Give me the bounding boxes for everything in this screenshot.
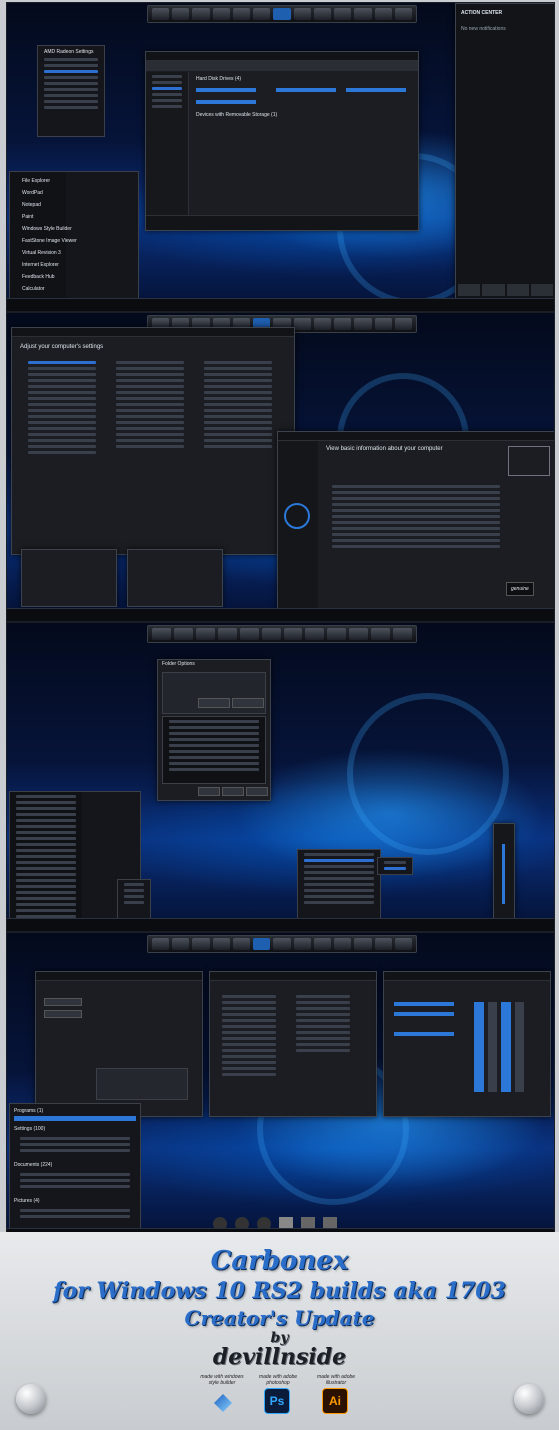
test-window-1[interactable] bbox=[35, 971, 203, 1117]
desktop-context-menu[interactable]: AMD Radeon Settings bbox=[37, 45, 105, 137]
context-item[interactable]: AMD Radeon Settings bbox=[44, 49, 93, 55]
caption-author: devillnside bbox=[212, 1344, 347, 1370]
group-pictures: Pictures (4) bbox=[14, 1198, 40, 1204]
screenshot-3: Folder Options bbox=[6, 622, 555, 932]
taskbar-context-menu[interactable] bbox=[297, 849, 381, 923]
photoshop-icon: Ps bbox=[264, 1388, 290, 1414]
orb-left bbox=[16, 1384, 46, 1414]
power-menu[interactable] bbox=[117, 879, 151, 919]
taskbar[interactable] bbox=[7, 918, 554, 931]
section-header-removable: Devices with Removable Storage (1) bbox=[196, 112, 278, 118]
start-item[interactable]: Calculator bbox=[22, 286, 45, 292]
top-dock[interactable] bbox=[147, 625, 417, 643]
thumbnail-preview-1 bbox=[21, 549, 117, 607]
action-center-panel[interactable]: ACTION CENTER No new notifications bbox=[455, 3, 554, 301]
apply-button[interactable] bbox=[246, 787, 268, 796]
apply-to-folders-button[interactable] bbox=[198, 698, 230, 708]
group-settings: Settings (100) bbox=[14, 1126, 46, 1132]
ok-button[interactable] bbox=[198, 787, 220, 796]
start-item[interactable]: FastStone Image Viewer bbox=[22, 238, 77, 244]
start-item[interactable]: Windows Style Builder bbox=[22, 226, 72, 232]
top-dock[interactable] bbox=[147, 5, 417, 23]
test-window-3[interactable] bbox=[383, 971, 551, 1117]
notifications-text: No new notifications bbox=[461, 26, 506, 32]
screenshot-1: AMD Radeon Settings Hard Disk Drives (4)… bbox=[6, 2, 555, 312]
search-submenu[interactable] bbox=[377, 857, 413, 875]
system-window[interactable]: View basic information about your comput… bbox=[277, 431, 554, 613]
start-item[interactable]: Internet Explorer bbox=[22, 262, 59, 268]
start-item[interactable]: Notepad bbox=[22, 202, 41, 208]
caption-update: Creator's Update bbox=[184, 1306, 375, 1330]
start-item[interactable]: Feedback Hub bbox=[22, 274, 55, 280]
start-item[interactable]: Virtual Revision 3 bbox=[22, 250, 61, 256]
start-menu[interactable]: File Explorer WordPad Notepad Paint Wind… bbox=[9, 171, 139, 301]
caption-title: Carbonex bbox=[210, 1246, 349, 1276]
credit-wsb-label: made with windows style builder bbox=[200, 1374, 244, 1386]
reset-folders-button[interactable] bbox=[232, 698, 264, 708]
file-explorer-window[interactable]: Hard Disk Drives (4) Devices with Remova… bbox=[145, 51, 419, 231]
illustrator-icon: Ai bbox=[322, 1388, 348, 1414]
group-documents: Documents (224) bbox=[14, 1162, 53, 1168]
caption-panel: Carbonex for Windows 10 RS2 builds aka 1… bbox=[0, 1232, 559, 1430]
windows-style-builder-icon bbox=[214, 1394, 232, 1412]
screenshot-2: Adjust your computer's settings View bas… bbox=[6, 312, 555, 622]
group-programs: Programs (1) bbox=[14, 1108, 44, 1114]
test-window-2[interactable] bbox=[209, 971, 377, 1117]
orb-right bbox=[514, 1384, 544, 1414]
start-item[interactable]: Paint bbox=[22, 214, 33, 220]
credit-ai-label: made with adobe illustrator bbox=[316, 1374, 356, 1386]
thumbnail-preview-2 bbox=[127, 549, 223, 607]
top-dock[interactable] bbox=[147, 935, 417, 953]
system-heading: View basic information about your comput… bbox=[326, 446, 443, 452]
start-item[interactable]: WordPad bbox=[22, 190, 43, 196]
credit-ps-label: made with adobe photoshop bbox=[258, 1374, 298, 1386]
credits-row: made with windows style builder made wit… bbox=[200, 1374, 360, 1426]
genuine-badge: genuine bbox=[506, 582, 534, 596]
start-item-file-explorer[interactable]: File Explorer bbox=[22, 178, 50, 184]
windows-logo-icon bbox=[508, 446, 550, 476]
dialog-title: Folder Options bbox=[162, 661, 195, 667]
control-panel-window[interactable]: Adjust your computer's settings bbox=[11, 327, 295, 555]
taskbar[interactable] bbox=[7, 608, 554, 621]
folder-options-dialog[interactable]: Folder Options bbox=[157, 659, 271, 801]
taskbar[interactable] bbox=[7, 298, 554, 311]
search-results-menu[interactable]: Programs (1) Settings (100) Documents (2… bbox=[9, 1103, 141, 1235]
volume-flyout[interactable] bbox=[493, 823, 515, 919]
cancel-button[interactable] bbox=[222, 787, 244, 796]
wallpaper-ring bbox=[347, 693, 509, 855]
carbonex-logo-icon bbox=[284, 503, 310, 529]
screenshot-4: Programs (1) Settings (100) Documents (2… bbox=[6, 932, 555, 1242]
action-center-title: ACTION CENTER bbox=[461, 10, 503, 16]
control-panel-heading: Adjust your computer's settings bbox=[20, 344, 104, 350]
caption-subtitle: for Windows 10 RS2 builds aka 1703 bbox=[53, 1278, 506, 1304]
section-header-drives: Hard Disk Drives (4) bbox=[196, 76, 242, 82]
